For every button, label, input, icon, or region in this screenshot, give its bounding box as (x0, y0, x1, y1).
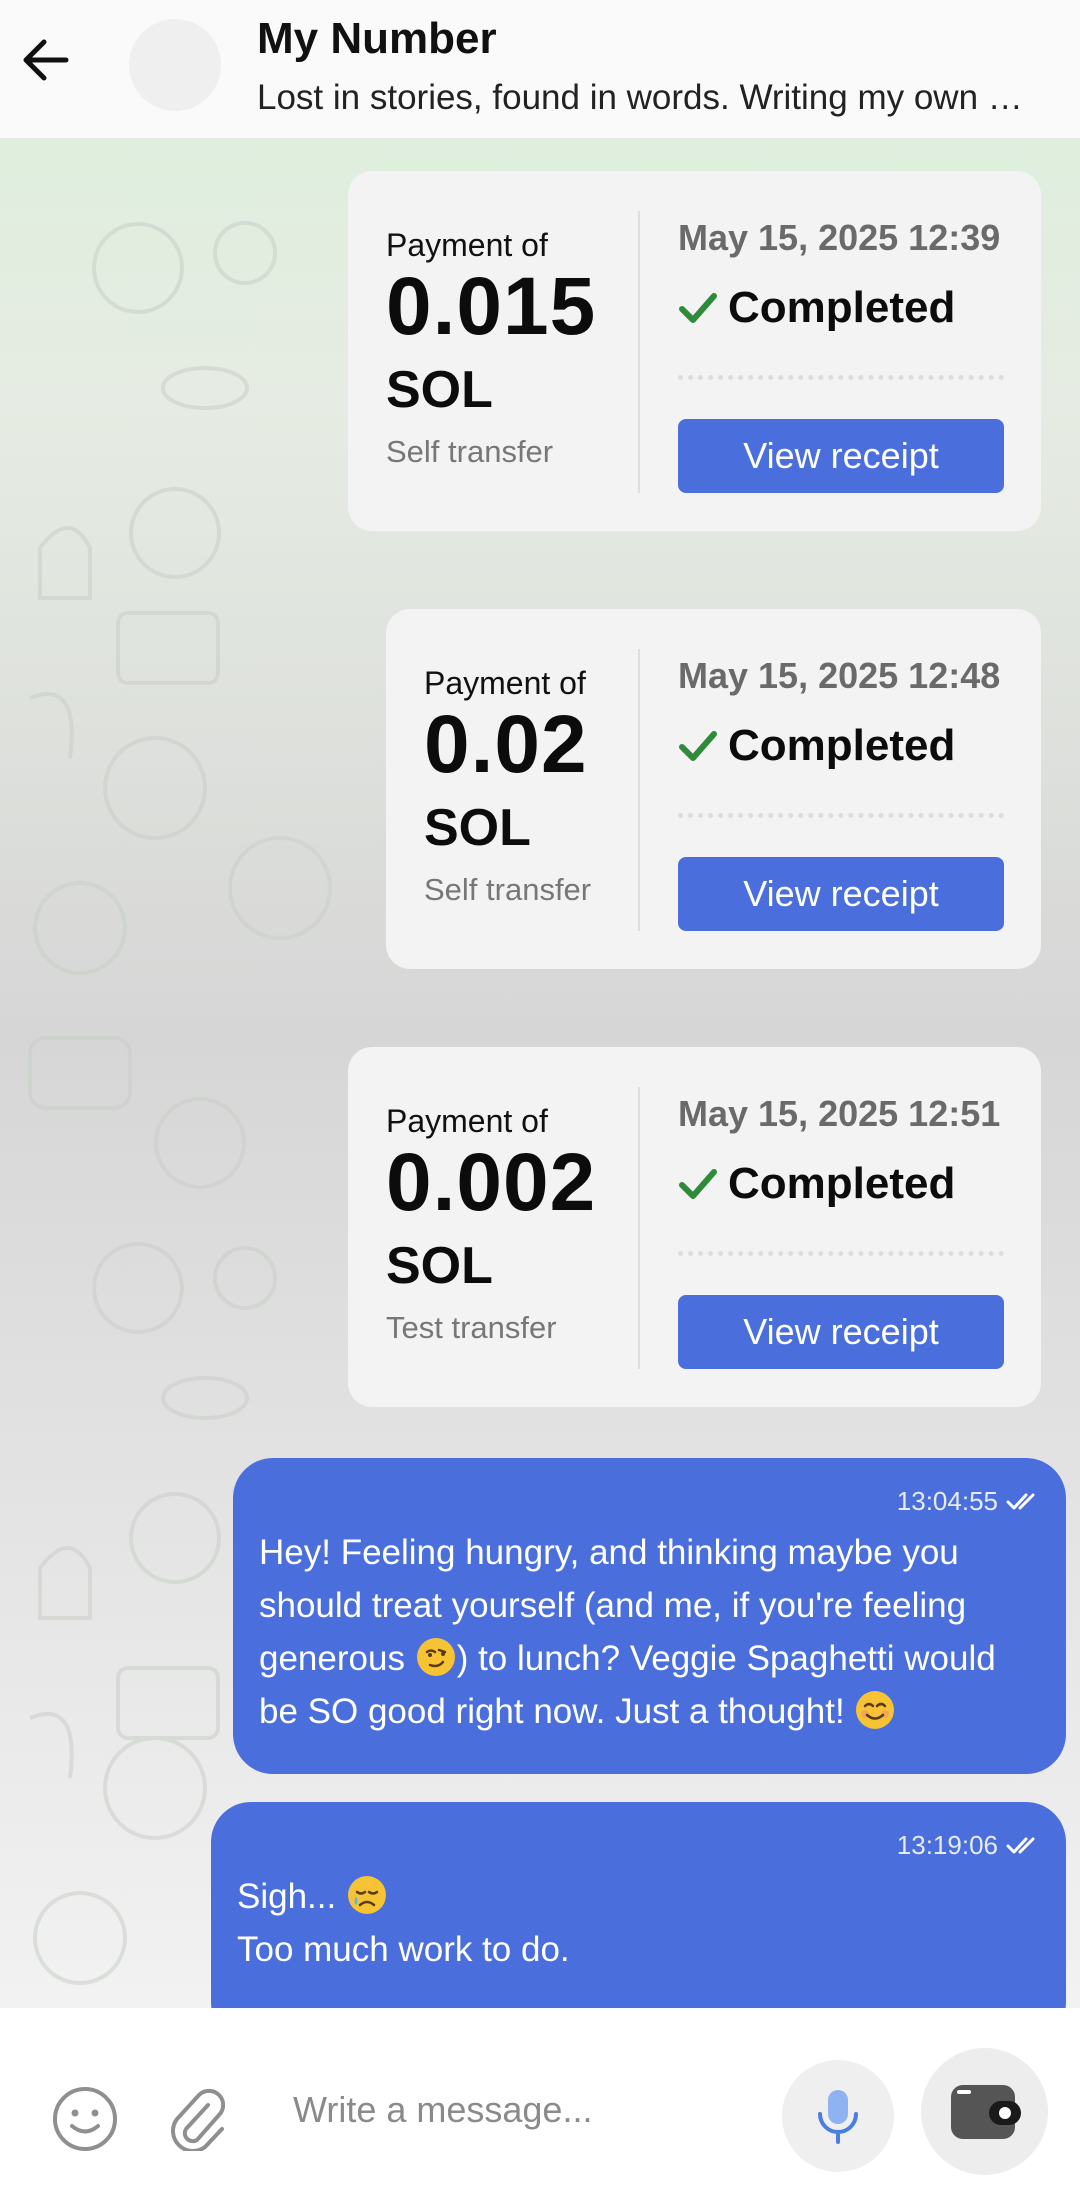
payment-date: May 15, 2025 12:48 (678, 655, 1001, 696)
message-input[interactable] (293, 2080, 753, 2140)
message-meta: 13:04:55 (897, 1486, 1040, 1517)
dotted-separator (678, 1251, 1004, 1256)
message-line: generous ) to lunch? Veggie Spaghetti wo… (259, 1632, 1049, 1685)
message-time: 13:19:06 (896, 1830, 998, 1860)
avatar[interactable] (129, 19, 221, 111)
payment-note: Self transfer (424, 872, 592, 907)
smiling-face-icon (856, 1691, 895, 1729)
payment-note: Self transfer (386, 434, 554, 469)
divider (638, 1087, 640, 1369)
check-icon (679, 731, 717, 761)
payment-date: May 15, 2025 12:39 (678, 217, 1001, 258)
view-receipt-button[interactable]: View receipt (678, 857, 1004, 931)
voice-record-button[interactable] (782, 2060, 894, 2172)
payment-status-label: Completed (728, 1159, 956, 1208)
back-arrow-icon (23, 39, 69, 81)
emoji-icon (53, 2087, 117, 2151)
payment-label: Payment of (386, 1103, 548, 1139)
message-line: Hey! Feeling hungry, and thinking maybe … (259, 1533, 959, 1572)
payment-currency: SOL (386, 1237, 493, 1295)
double-check-icon (1006, 1493, 1035, 1509)
payment-currency: SOL (386, 361, 493, 419)
back-button[interactable] (16, 25, 76, 95)
message-meta: 13:19:06 (897, 1830, 1040, 1861)
chat-title[interactable]: My Number (257, 14, 497, 64)
payment-note: Test transfer (386, 1310, 557, 1345)
divider (638, 211, 640, 493)
payment-status-label: Completed (728, 721, 956, 770)
payment-label: Payment of (386, 227, 548, 263)
wallet-icon (950, 2084, 1021, 2139)
message-bubble[interactable]: 13:04:55 Hey! Feeling hungry, and thinki… (233, 1458, 1066, 1774)
mic-icon (818, 2090, 858, 2144)
payment-status: Completed (678, 1159, 955, 1209)
payment-status-label: Completed (728, 283, 956, 332)
view-receipt-button[interactable]: View receipt (678, 419, 1004, 493)
payment-status: Completed (678, 283, 955, 333)
payment-amount: 0.02 (424, 699, 588, 790)
chat-subtitle[interactable]: Lost in stories, found in words. Writing… (257, 78, 1057, 118)
payment-date: May 15, 2025 12:51 (678, 1093, 1001, 1134)
payment-card[interactable]: Payment of 0.015 SOL Self transfer May 1… (348, 171, 1041, 531)
payment-card[interactable]: Payment of 0.02 SOL Self transfer May 15… (386, 609, 1041, 969)
message-line: should treat yourself (and me, if you're… (259, 1586, 967, 1625)
emoji-button[interactable] (50, 2084, 120, 2154)
message-line: be SO good right now. Just a thought! (259, 1685, 1049, 1738)
message-bubble[interactable]: 13:19:06 Sigh... Too much work to do. (211, 1802, 1066, 2008)
view-receipt-button[interactable]: View receipt (678, 1295, 1004, 1369)
payment-amount: 0.002 (386, 1137, 597, 1228)
check-icon (679, 293, 717, 323)
payment-label: Payment of (424, 665, 586, 701)
message-text: Sigh... Too much work to do. (237, 1870, 1037, 1976)
smirking-face-icon (416, 1638, 455, 1676)
double-check-icon (1006, 1837, 1035, 1853)
message-line: Sigh... (237, 1870, 1037, 1923)
message-time: 13:04:55 (896, 1486, 998, 1516)
attach-icon (171, 2088, 226, 2151)
payment-currency: SOL (424, 799, 531, 857)
message-composer (0, 2008, 1080, 2202)
dotted-separator (678, 375, 1004, 380)
message-line: Too much work to do. (237, 1930, 570, 1969)
chat-header: My Number Lost in stories, found in word… (0, 0, 1080, 138)
dotted-separator (678, 813, 1004, 818)
payment-card[interactable]: Payment of 0.002 SOL Test transfer May 1… (348, 1047, 1041, 1407)
attach-button[interactable] (165, 2084, 231, 2154)
message-text: Hey! Feeling hungry, and thinking maybe … (259, 1526, 1049, 1738)
chat-area[interactable]: Payment of 0.015 SOL Self transfer May 1… (0, 138, 1080, 2008)
check-icon (679, 1169, 717, 1199)
payment-amount: 0.015 (386, 261, 597, 352)
divider (638, 649, 640, 931)
wallet-button[interactable] (921, 2048, 1048, 2175)
payment-status: Completed (678, 721, 955, 771)
crying-face-icon (347, 1876, 386, 1914)
